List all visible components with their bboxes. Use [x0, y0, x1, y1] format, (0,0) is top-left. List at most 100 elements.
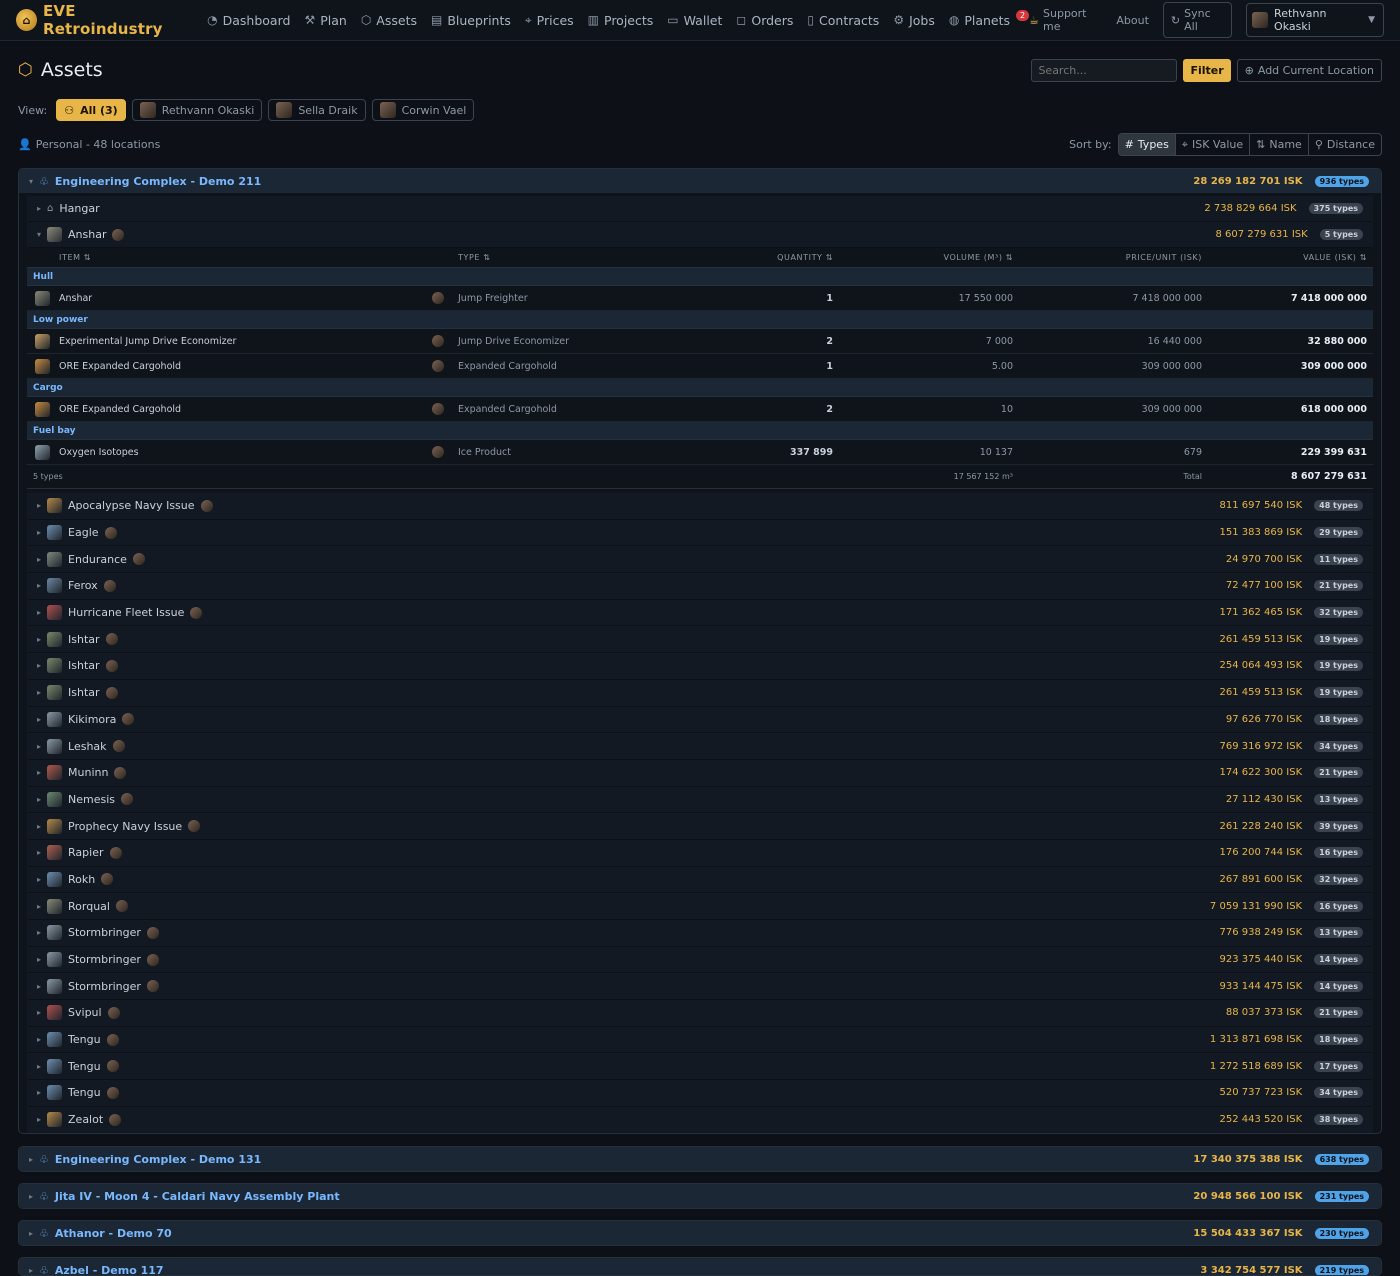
owner-avatar	[122, 713, 135, 726]
table-footer: 5 types 17 567 152 m³ Total 8 607 279 63…	[27, 465, 1373, 489]
item-type: Jump Drive Economizer	[458, 335, 569, 347]
nav-item-planets[interactable]: ◍ Planets 2	[948, 9, 1030, 28]
ship-row[interactable]: ▸ Eagle 151 383 869 ISK 29 types	[27, 519, 1373, 547]
nav-item-wallet[interactable]: ▭ Wallet	[667, 13, 722, 28]
ship-row[interactable]: ▸ Ferox 72 477 100 ISK 21 types	[27, 573, 1373, 600]
ship-value: 769 316 972 ISK	[1219, 740, 1303, 752]
caret-right-icon: ▸	[37, 821, 42, 831]
ship-row[interactable]: ▸ Tengu 1 313 871 698 ISK 18 types	[27, 1026, 1373, 1054]
table-section-header: Fuel bay	[27, 422, 1373, 440]
location-header[interactable]: ▸ ♧ Athanor - Demo 70 15 504 433 367 ISK 230…	[19, 1221, 1381, 1245]
location-header[interactable]: ▾ ♧ Engineering Complex - Demo 211 28 26…	[19, 169, 1381, 193]
ship-row[interactable]: ▸ Rapier 176 200 744 ISK 16 types	[27, 839, 1373, 867]
ship-row[interactable]: ▸ Ishtar 254 064 493 ISK 19 types	[27, 653, 1373, 680]
sort-option[interactable]: ⌖ ISK Value	[1174, 134, 1249, 155]
ship-row[interactable]: ▸ Kikimora 97 626 770 ISK 18 types	[27, 706, 1373, 734]
item-volume: 5.00	[991, 360, 1013, 372]
container-row-hangar[interactable]: ▸ ⌂ Hangar 2 738 829 664 ISK 375 types	[27, 196, 1373, 222]
sort-option[interactable]: ⇅ Name	[1249, 134, 1308, 155]
sort-button-group: # Types ⌖ ISK Value ⇅ Name ⚲ Distance	[1117, 133, 1382, 156]
ship-row[interactable]: ▸ Rokh 267 891 600 ISK 32 types	[27, 866, 1373, 894]
column-value[interactable]: VALUE (ISK) ⇅	[1303, 253, 1367, 262]
nav-item-blueprints[interactable]: ▤ Blueprints	[431, 13, 511, 28]
nav-item-plan[interactable]: ⚒ Plan	[304, 13, 346, 28]
ship-row[interactable]: ▸ Stormbringer 923 375 440 ISK 14 types	[27, 946, 1373, 974]
ship-row[interactable]: ▸ Stormbringer 776 938 249 ISK 13 types	[27, 920, 1373, 947]
nav-item-label: Dashboard	[222, 12, 291, 28]
filter-button[interactable]: Filter	[1183, 59, 1231, 82]
column-item[interactable]: ITEM ⇅	[59, 253, 91, 262]
container-row-anshar[interactable]: ▾ Anshar 8 607 279 631 ISK 5 types	[27, 222, 1373, 248]
location-value: 28 269 182 701 ISK	[1193, 175, 1303, 187]
location-header[interactable]: ▸ ♧ Engineering Complex - Demo 131 17 340 3…	[19, 1147, 1381, 1171]
location-value: 20 948 566 100 ISK	[1193, 1190, 1303, 1202]
ship-row[interactable]: ▸ Nemesis 27 112 430 ISK 13 types	[27, 786, 1373, 814]
column-volume[interactable]: VOLUME (M³) ⇅	[944, 253, 1013, 262]
ship-row[interactable]: ▸ Ishtar 261 459 513 ISK 19 types	[27, 626, 1373, 654]
caret-right-icon: ▸	[37, 204, 42, 213]
caret-right-icon: ▸	[37, 528, 42, 538]
sort-option[interactable]: ⚲ Distance	[1307, 134, 1381, 155]
ship-row[interactable]: ▸ Leshak 769 316 972 ISK 34 types	[27, 733, 1373, 760]
table-row[interactable]: Experimental Jump Drive Economizer Jump D…	[27, 329, 1373, 354]
table-row[interactable]: ORE Expanded Cargohold Expanded Cargohold…	[27, 354, 1373, 379]
add-location-button[interactable]: ⊕ Add Current Location	[1236, 59, 1382, 82]
station-icon: ♧	[39, 1189, 49, 1203]
nav-item-label: Contracts	[819, 12, 880, 28]
ship-name: Kikimora	[68, 712, 117, 726]
location-header[interactable]: ▸ ♧ Jita IV - Moon 4 - Caldari Navy Assemb…	[19, 1184, 1381, 1208]
brand[interactable]: ⌂ EVE Retroindustry	[16, 2, 193, 38]
ship-row[interactable]: ▸ Rorqual 7 059 131 990 ISK 16 types	[27, 893, 1373, 920]
ship-value: 24 970 700 ISK	[1225, 553, 1303, 565]
nav-item-prices[interactable]: ⌖ Prices	[525, 13, 574, 28]
nav-item-dashboard[interactable]: ◔ Dashboard	[207, 13, 290, 28]
table-row[interactable]: Anshar Jump Freighter 1 17 550 000 7 418 000…	[27, 286, 1373, 311]
view-option[interactable]: Sella Draik	[268, 99, 366, 121]
caret-right-icon: ▸	[37, 501, 42, 511]
ship-row[interactable]: ▸ Endurance 24 970 700 ISK 11 types	[27, 546, 1373, 574]
column-quantity[interactable]: QUANTITY ⇅	[777, 253, 833, 262]
sort-option-label: Distance	[1326, 138, 1375, 151]
item-value: 7 418 000 000	[1290, 292, 1367, 304]
ship-value: 174 622 300 ISK	[1219, 767, 1303, 779]
ship-row[interactable]: ▸ Prophecy Navy Issue 261 228 240 ISK 39 ty…	[27, 813, 1373, 840]
page-title-text: Assets	[40, 59, 103, 81]
chevron-down-icon: ▼	[1368, 15, 1375, 25]
ship-value: 171 362 465 ISK	[1219, 607, 1303, 619]
view-option[interactable]: ⚇ All (3)	[56, 99, 126, 121]
about-link[interactable]: About	[1116, 14, 1149, 27]
nav-item-assets[interactable]: ⬡ Assets	[361, 13, 417, 28]
nav-item-projects[interactable]: ▥ Projects	[588, 13, 654, 28]
view-option[interactable]: Rethvann Okaski	[131, 99, 263, 121]
caret-right-icon: ▸	[29, 1228, 34, 1238]
ship-row[interactable]: ▸ Apocalypse Navy Issue 811 697 540 ISK 48 …	[27, 493, 1373, 520]
support-label: Support me	[1043, 7, 1087, 33]
nav-item-orders[interactable]: ◻ Orders	[736, 13, 793, 28]
container-value: 2 738 829 664 ISK	[1204, 203, 1297, 214]
table-row[interactable]: ORE Expanded Cargohold Expanded Cargohold…	[27, 397, 1373, 422]
globe-icon: ◍	[948, 13, 960, 27]
ship-row[interactable]: ▸ Svipul 88 037 373 ISK 21 types	[27, 1000, 1373, 1027]
ship-row[interactable]: ▸ Stormbringer 933 144 475 ISK 14 types	[27, 973, 1373, 1001]
item-quantity: 1	[826, 292, 833, 304]
location-header[interactable]: ▸ ♧ Azbel - Demo 117 3 342 754 577 ISK 219 t…	[19, 1258, 1381, 1276]
nav-item-jobs[interactable]: ⚙ Jobs	[893, 13, 935, 28]
ship-row[interactable]: ▸ Muninn 174 622 300 ISK 21 types	[27, 759, 1373, 787]
ship-row[interactable]: ▸ Tengu 520 737 723 ISK 34 types	[27, 1080, 1373, 1107]
hangar-icon: ⌂	[47, 203, 54, 214]
nav-item-contracts[interactable]: ▯ Contracts	[807, 13, 879, 28]
support-link[interactable]: ☕ Support me	[1029, 7, 1102, 33]
view-option[interactable]: Corwin Vael	[371, 99, 475, 121]
ship-row[interactable]: ▸ Tengu 1 272 518 689 ISK 17 types	[27, 1053, 1373, 1081]
location-value: 3 342 754 577 ISK	[1200, 1264, 1303, 1276]
ship-row[interactable]: ▸ Zealot 252 443 520 ISK 38 types	[27, 1106, 1373, 1133]
ship-row[interactable]: ▸ Ishtar 261 459 513 ISK 19 types	[27, 679, 1373, 707]
search-input[interactable]	[1031, 59, 1178, 82]
sort-option[interactable]: # Types	[1118, 134, 1175, 155]
column-type[interactable]: TYPE ⇅	[458, 253, 491, 262]
user-menu-button[interactable]: Rethvann Okaski ▼	[1246, 3, 1384, 37]
ship-row[interactable]: ▸ Hurricane Fleet Issue 171 362 465 ISK 32 …	[27, 599, 1373, 627]
sync-all-button[interactable]: ↻ Sync All	[1162, 2, 1233, 38]
item-name: ORE Expanded Cargohold	[59, 403, 182, 415]
table-row[interactable]: Oxygen Isotopes Ice Product 337 899 10 137 6…	[27, 440, 1373, 465]
